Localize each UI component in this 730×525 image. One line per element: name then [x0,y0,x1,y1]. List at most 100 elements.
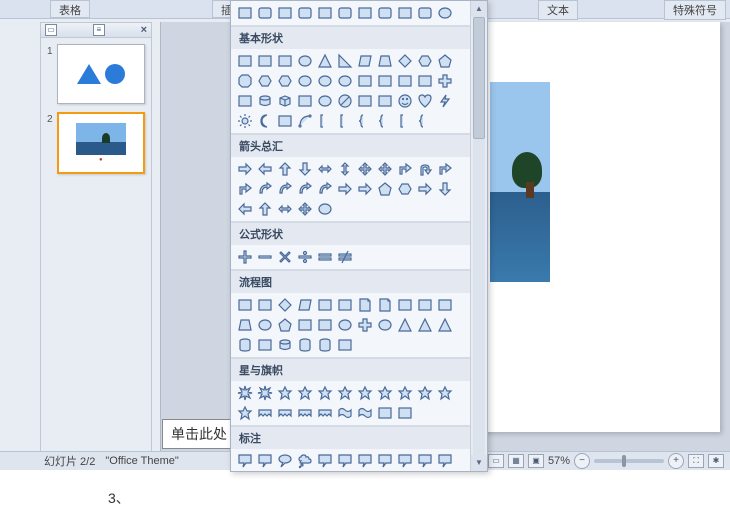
sorter-view-icon[interactable]: ▦ [508,454,524,468]
shape-plus[interactable] [236,248,254,266]
shape-triangle[interactable] [316,52,334,70]
shape-diag-stripe[interactable] [416,72,434,90]
scroll-down-icon[interactable]: ▼ [471,455,487,471]
shape-bevel[interactable] [296,92,314,110]
shape-arrow-up[interactable] [276,160,294,178]
shape-circular[interactable] [316,200,334,218]
options-icon[interactable]: ✱ [708,454,724,468]
shape-punched-tape[interactable] [316,316,334,334]
shape-oval[interactable] [296,52,314,70]
zoom-slider[interactable] [594,459,664,463]
shape-display[interactable] [336,336,354,354]
shape-arrow-down[interactable] [296,160,314,178]
shape-curved-down[interactable] [316,404,334,422]
shape-callout-u[interactable] [256,200,274,218]
shape-manual-input[interactable] [436,296,454,314]
current-slide[interactable] [480,22,720,432]
shape-terminator[interactable] [396,296,414,314]
shape-arrow-3[interactable] [376,160,394,178]
shape-brackets[interactable] [396,112,414,130]
shape-octagon[interactable] [236,72,254,90]
shape-block-arc[interactable] [356,92,374,110]
shape-preparation[interactable] [416,296,434,314]
shape-can[interactable] [256,92,274,110]
shape-line3[interactable] [356,452,374,470]
scroll-up-icon[interactable]: ▲ [471,1,487,17]
shape-direct-access[interactable] [316,336,334,354]
shape-notched[interactable] [356,180,374,198]
outline-view-icon[interactable]: ≡ [93,24,105,36]
shape-plus[interactable] [436,72,454,90]
shape-accent1[interactable] [396,452,414,470]
shape-left-up[interactable] [436,160,454,178]
shape-multiply[interactable] [276,248,294,266]
normal-view-icon[interactable]: ▭ [488,454,504,468]
shape-wave[interactable] [336,404,354,422]
shape-vert-scroll[interactable] [376,404,394,422]
shape-pentagon[interactable] [436,52,454,70]
shape-manual-op[interactable] [236,316,254,334]
shape-curve-down[interactable] [316,180,334,198]
shape-explosion1[interactable] [236,384,254,402]
shape-hex12[interactable] [276,72,294,90]
shape-round-callout[interactable] [256,452,274,470]
shape-line2[interactable] [336,452,354,470]
shape-curve-up[interactable] [296,180,314,198]
shape-uturn[interactable] [416,160,434,178]
shape-callout-r[interactable] [416,180,434,198]
shape-rect9[interactable] [396,4,414,22]
shape-bent-arrow[interactable] [396,160,414,178]
shape-summing[interactable] [336,316,354,334]
ribbon-group-text[interactable]: 文本 [538,0,578,20]
shape-smiley[interactable] [396,92,414,110]
shape-callout-l[interactable] [236,200,254,218]
shape-sun[interactable] [236,112,254,130]
shape-striped[interactable] [336,180,354,198]
shape-pie[interactable] [296,72,314,90]
shape-accent2[interactable] [416,452,434,470]
shape-snip-rect[interactable] [276,4,294,22]
shape-predefined[interactable] [316,296,334,314]
shape-horiz-scroll[interactable] [396,404,414,422]
shape-heart[interactable] [416,92,434,110]
shape-bracket-l[interactable] [316,112,334,130]
shape-rect10[interactable] [416,4,434,22]
shape-arrow-quad[interactable] [356,160,374,178]
shape-divide[interactable] [296,248,314,266]
shape-card[interactable] [296,316,314,334]
shape-curved-up[interactable] [296,404,314,422]
shape-round2[interactable] [336,4,354,22]
shape-seq-storage[interactable] [276,336,294,354]
shape-line1[interactable] [316,452,334,470]
shape-cube[interactable] [276,92,294,110]
shape-parallelogram[interactable] [356,52,374,70]
shape-picture[interactable] [276,52,294,70]
shape-not-equal[interactable] [336,248,354,266]
shape-ribbon-up[interactable] [256,404,274,422]
shape-internal-storage[interactable] [336,296,354,314]
shape-arrow-left[interactable] [256,160,274,178]
zoom-out-button[interactable]: − [574,453,590,469]
shape-pentagon-arr[interactable] [376,180,394,198]
slideshow-view-icon[interactable]: ▣ [528,454,544,468]
shape-braces[interactable] [416,112,434,130]
shape-minus[interactable] [256,248,274,266]
shape-star16[interactable] [416,384,434,402]
shape-collate[interactable] [376,316,394,334]
shape-explosion2[interactable] [256,384,274,402]
shape-arrow-ud[interactable] [336,160,354,178]
ribbon-group-symbols[interactable]: 特殊符号 [664,0,726,20]
shape-frame[interactable] [356,72,374,90]
shape-arrow-lr[interactable] [316,160,334,178]
shape-folded-corner[interactable] [376,92,394,110]
shape-chord[interactable] [316,72,334,90]
shape-round3[interactable] [376,4,394,22]
shape-callout-lr[interactable] [276,200,294,218]
shape-multi-doc[interactable] [376,296,394,314]
shape-accent3[interactable] [436,452,454,470]
shape-star4[interactable] [276,384,294,402]
shape-brace-l[interactable] [356,112,374,130]
fit-window-icon[interactable]: ⛶ [688,454,704,468]
shape-alt-process[interactable] [256,296,274,314]
shape-magnetic-disk[interactable] [296,336,314,354]
